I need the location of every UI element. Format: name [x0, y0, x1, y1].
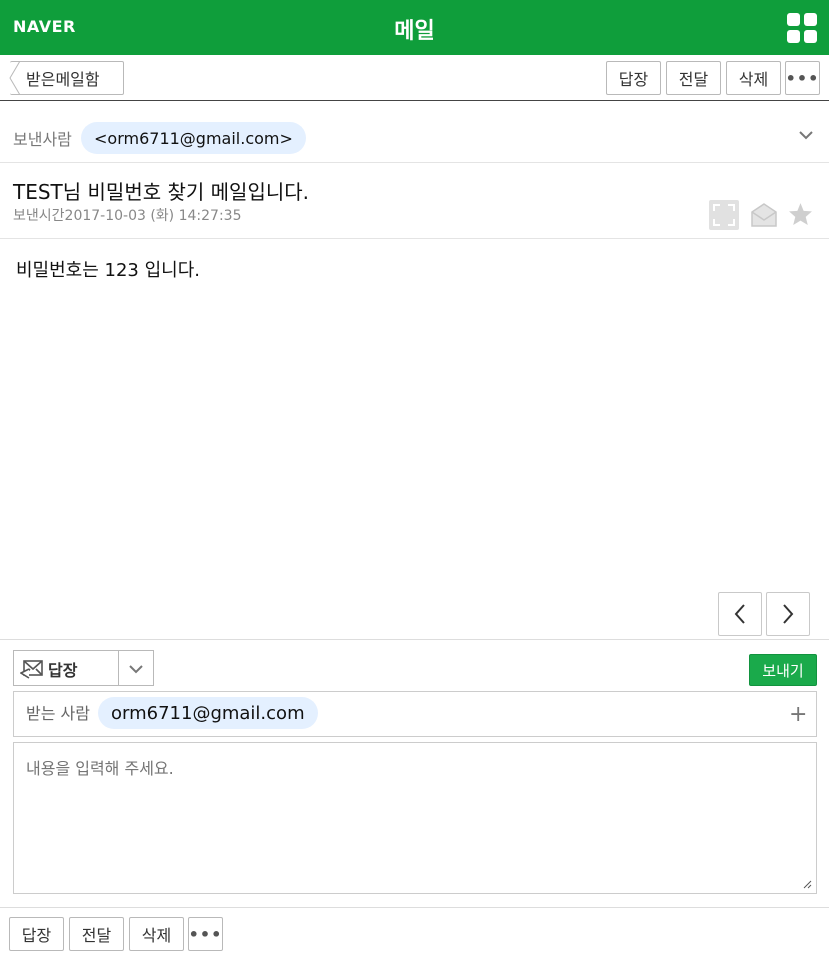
chevron-down-icon [129, 665, 143, 674]
add-recipient-icon[interactable]: + [789, 702, 807, 727]
sent-time: 보낸시간2017-10-03 (화) 14:27:35 [13, 205, 241, 225]
forward-button[interactable]: 전달 [666, 61, 721, 95]
fullscreen-icon[interactable] [709, 200, 739, 230]
sender-row: 보낸사람 <orm6711@gmail.com> [0, 101, 829, 163]
recipient-label: 받는 사람 [26, 704, 90, 723]
reply-mode-label: 답장 [48, 661, 78, 680]
bottom-forward-button[interactable]: 전달 [69, 917, 124, 951]
mark-unread-envelope-icon[interactable] [750, 202, 778, 228]
more-dots-icon: ••• [785, 68, 820, 88]
recipient-field[interactable]: 받는 사람 orm6711@gmail.com + [13, 691, 817, 737]
previous-mail-button[interactable] [718, 592, 762, 636]
reply-content-field[interactable] [13, 742, 817, 894]
star-icon[interactable] [788, 202, 813, 226]
expand-chevron-icon[interactable] [797, 129, 815, 141]
next-mail-button[interactable] [766, 592, 810, 636]
recipient-chip[interactable]: orm6711@gmail.com [98, 697, 318, 729]
reply-mode-select[interactable]: 답장 [13, 650, 154, 686]
sender-chip[interactable]: <orm6711@gmail.com> [81, 122, 306, 154]
app-title: 메일 [394, 19, 435, 44]
chevron-right-icon [783, 604, 794, 624]
sent-time-value: 2017-10-03 (화) 14:27:35 [64, 208, 242, 224]
back-button-label: 받은메일함 [26, 70, 100, 89]
top-bar: NAVER 메일 [0, 0, 829, 55]
reply-envelope-icon [20, 660, 43, 679]
reply-button[interactable]: 답장 [606, 61, 661, 95]
mail-subject: TEST님 비밀번호 찾기 메일입니다. [13, 180, 309, 204]
sent-time-label: 보낸시간 [13, 208, 65, 224]
chevron-left-icon [734, 604, 745, 624]
apps-grid-icon[interactable] [787, 13, 817, 43]
send-button[interactable]: 보내기 [749, 654, 817, 686]
bottom-delete-button[interactable]: 삭제 [129, 917, 184, 951]
delete-button[interactable]: 삭제 [726, 61, 781, 95]
mail-body: 비밀번호는 123 입니다. [16, 260, 201, 281]
bottom-more-button[interactable]: ••• [188, 917, 223, 951]
mail-toolbar: 받은메일함 답장 전달 삭제 ••• [0, 55, 829, 101]
reply-content-input[interactable] [14, 743, 816, 893]
bottom-reply-button[interactable]: 답장 [9, 917, 64, 951]
resize-grip-icon[interactable] [802, 879, 812, 889]
back-to-inbox-button[interactable]: 받은메일함 [9, 61, 124, 95]
bottom-more-dots-icon: ••• [188, 924, 223, 944]
more-button[interactable]: ••• [785, 61, 820, 95]
quick-reply-area: 답장 보내기 받는 사람 orm6711@gmail.com + [0, 639, 829, 908]
subject-row: TEST님 비밀번호 찾기 메일입니다. 보낸시간2017-10-03 (화) … [0, 163, 829, 239]
back-arrow-icon [9, 61, 21, 95]
sender-label: 보낸사람 [13, 130, 72, 149]
select-divider [118, 651, 119, 685]
